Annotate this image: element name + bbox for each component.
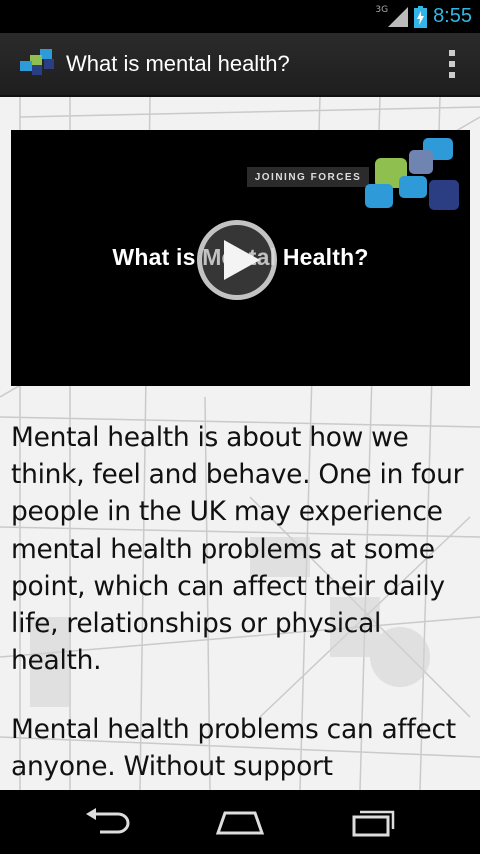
play-icon xyxy=(224,240,260,280)
content-area[interactable]: JOINING FORCES What is Mental Health? Me… xyxy=(0,97,480,790)
video-player[interactable]: JOINING FORCES What is Mental Health? xyxy=(11,130,470,386)
back-icon xyxy=(85,808,130,834)
signal-icon xyxy=(388,6,409,27)
paragraph-second: Mental health problems can affect anyone… xyxy=(11,714,456,783)
navigation-bar xyxy=(0,790,480,854)
recent-apps-icon xyxy=(352,810,395,837)
home-icon xyxy=(215,811,265,835)
status-bar: 3G 8:55 xyxy=(0,0,480,33)
video-logo-graphic xyxy=(365,138,459,210)
clock: 8:55 xyxy=(433,5,472,27)
back-button[interactable] xyxy=(77,802,137,842)
battery-charging-icon xyxy=(414,5,428,28)
overflow-menu-icon[interactable] xyxy=(432,32,472,96)
page-title: What is mental health? xyxy=(66,51,290,76)
home-button[interactable] xyxy=(210,802,270,842)
paragraph-intro: Mental health is about how we think, fee… xyxy=(11,422,464,677)
joining-forces-logo[interactable] xyxy=(18,47,56,81)
action-bar: What is mental health? xyxy=(0,33,480,97)
recent-apps-button[interactable] xyxy=(343,802,403,842)
network-type: 3G xyxy=(375,4,389,15)
play-button[interactable] xyxy=(197,220,277,300)
